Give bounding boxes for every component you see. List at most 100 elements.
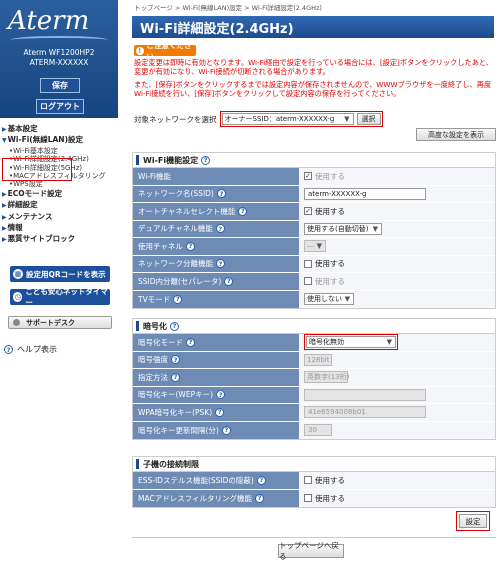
triangle-icon: ▶: [2, 202, 7, 210]
encryption-section: 暗号化? 暗号化モード? 暗号化無効 ▼ 暗号強度? 128bit 指定方法? 英…: [132, 318, 496, 440]
row-encryption-mode: 暗号化モード? 暗号化無効 ▼: [133, 334, 495, 352]
page-title: Wi-Fi詳細設定(2.4GHz): [132, 16, 494, 38]
dual-channel-select[interactable]: 使用する(自動切替) ▼: [304, 222, 382, 235]
nav-basic-settings[interactable]: ▶基本設定: [2, 124, 118, 135]
notice-text-1: 設定変更は即時に有効となります。Wi-Fi経由で設定を行っている場合には、[設定…: [134, 58, 493, 76]
key-method-select[interactable]: 英数字(13桁): [304, 371, 349, 384]
wifi-function-checkbox[interactable]: ✓: [304, 172, 312, 181]
help-link[interactable]: ? ヘルプ表示: [4, 344, 57, 355]
row-wifi-function: Wi-Fi機能 ✓ 使用する: [133, 168, 495, 186]
help-icon[interactable]: ?: [221, 425, 231, 435]
wep-key-input[interactable]: [304, 388, 426, 401]
section-title: 子機の接続制限: [133, 457, 495, 472]
help-icon[interactable]: ?: [185, 241, 195, 251]
help-icon[interactable]: ?: [171, 372, 180, 382]
target-network-label: 対象ネットワークを選択: [134, 114, 217, 124]
separator-checkbox[interactable]: [304, 277, 312, 286]
section-title: 暗号化?: [133, 319, 495, 334]
target-network-highlight: オーナーSSID：aterm-XXXXXX-g ▼ 選択: [219, 111, 383, 127]
help-icon[interactable]: ?: [215, 224, 225, 234]
nav-wifi-settings[interactable]: ▼Wi-Fi(無線LAN)設定: [2, 135, 118, 146]
help-icon[interactable]: ?: [186, 337, 195, 347]
auto-channel-checkbox[interactable]: ✓: [304, 207, 312, 216]
section-title: Wi-Fi機能設定?: [133, 153, 495, 168]
row-key-update-interval: 暗号化キー更新間隔(分)? 30: [133, 421, 495, 439]
network-isolation-checkbox[interactable]: [304, 259, 312, 268]
chevron-down-icon: ▼: [344, 295, 350, 304]
target-network-select[interactable]: オーナーSSID：aterm-XXXXXX-g ▼: [221, 113, 354, 125]
notice-header: ! ご注意ください: [134, 41, 196, 61]
triangle-icon: ▶: [2, 126, 7, 133]
nav-wifi-basic[interactable]: •Wi-Fi基本設定: [2, 147, 118, 155]
mac-filter-checkbox[interactable]: [304, 494, 312, 503]
row-label: Wi-Fi機能: [133, 168, 299, 185]
triangle-down-icon: ▼: [2, 137, 7, 145]
help-icon[interactable]: ?: [216, 390, 226, 400]
help-icon[interactable]: ?: [255, 493, 265, 503]
device-info: Aterm WF1200HP2 ATERM-XXXXXX: [0, 48, 118, 68]
wifi-function-section: Wi-Fi機能設定? Wi-Fi機能 ✓ 使用する ネットワーク名(SSID)? …: [132, 152, 496, 309]
logout-button[interactable]: ログアウト: [36, 99, 84, 114]
kids-timer-button[interactable]: ◷ こども安心ネットタイマー: [10, 287, 110, 307]
help-icon[interactable]: ?: [238, 206, 248, 216]
sidebar: Aterm Aterm WF1200HP2 ATERM-XXXXXX 保存 ログ…: [0, 0, 118, 562]
triangle-icon: ▶: [2, 225, 7, 233]
row-ssid-separator: SSID内分離(セパレータ)? 使用する: [133, 273, 495, 291]
qr-code-button[interactable]: ▦ 設定用QRコードを表示: [10, 266, 110, 282]
encryption-mode-select[interactable]: 暗号化無効 ▼: [306, 336, 396, 349]
tv-mode-select[interactable]: 使用しない ▼: [304, 293, 354, 306]
help-icon: ?: [4, 345, 13, 354]
advanced-settings-button[interactable]: 高度な設定を表示: [416, 128, 496, 141]
encryption-strength-select[interactable]: 128bit: [304, 353, 332, 366]
triangle-icon: ▶: [2, 236, 7, 244]
row-ssid-stealth: ESS-IDステルス機能(SSIDの隠蔽)? 使用する: [133, 472, 495, 490]
breadcrumb: トップページ > Wi-Fi(無線LAN)設定 > Wi-Fi詳細設定(2.4G…: [134, 4, 322, 12]
set-button[interactable]: 設定: [459, 514, 487, 528]
nav-wps[interactable]: •WPS設定: [2, 180, 118, 188]
row-tv-mode: TVモード? 使用しない ▼: [133, 290, 495, 308]
support-icon: [13, 319, 20, 326]
row-channel: 使用チャネル? ― ▼: [133, 238, 495, 256]
row-ssid: ネットワーク名(SSID)? aterm-XXXXXX-g: [133, 185, 495, 203]
row-encryption-strength: 暗号強度? 128bit: [133, 351, 495, 369]
row-key-method: 指定方法? 英数字(13桁): [133, 369, 495, 387]
help-icon[interactable]: ?: [173, 294, 183, 304]
row-network-isolation: ネットワーク分離機能? 使用する: [133, 255, 495, 273]
target-network-row: 対象ネットワークを選択 オーナーSSID：aterm-XXXXXX-g ▼ 選択: [134, 111, 383, 127]
help-icon[interactable]: ?: [170, 321, 179, 331]
channel-select[interactable]: ― ▼: [304, 240, 326, 253]
ssid-input[interactable]: aterm-XXXXXX-g: [304, 187, 426, 200]
warning-icon: !: [136, 46, 144, 55]
nav-eco-mode[interactable]: ▶ECOモード設定: [2, 189, 118, 200]
select-button[interactable]: 選択: [356, 113, 381, 125]
save-button[interactable]: 保存: [40, 78, 80, 93]
ssid-stealth-checkbox[interactable]: [304, 476, 312, 485]
help-icon[interactable]: ?: [216, 189, 226, 199]
help-icon[interactable]: ?: [216, 259, 225, 269]
nav-site-block[interactable]: ▶悪質サイトブロック: [2, 234, 118, 245]
clock-icon: ◷: [13, 292, 23, 302]
aterm-logo: Aterm: [8, 6, 90, 36]
key-interval-input[interactable]: 30: [304, 424, 332, 437]
back-to-top-button[interactable]: トップページへ戻る: [278, 541, 344, 561]
help-icon[interactable]: ?: [224, 276, 234, 286]
device-ssid: ATERM-XXXXXX: [29, 58, 89, 67]
help-icon[interactable]: ?: [201, 155, 211, 165]
triangle-icon: ▶: [2, 213, 7, 221]
help-icon[interactable]: ?: [256, 475, 266, 485]
nav-maintenance[interactable]: ▶メンテナンス: [2, 212, 118, 223]
psk-input[interactable]: 41e6594008b01: [304, 406, 426, 419]
row-wep-key: 暗号化キー(WEPキー)?: [133, 386, 495, 404]
nav-detail-settings[interactable]: ▶詳細設定: [2, 200, 118, 211]
qr-icon: ▦: [13, 269, 23, 279]
row-psk: WPA暗号化キー(PSK)? 41e6594008b01: [133, 404, 495, 422]
help-icon[interactable]: ?: [171, 355, 180, 365]
support-desk-button[interactable]: サポートデスク: [8, 316, 112, 329]
nav-info[interactable]: ▶情報: [2, 223, 118, 234]
chevron-down-icon: ▼: [386, 338, 392, 347]
notice-text-2: また、[保存]ボタンをクリックするまでは設定内容が保存されませんので、WWWブラ…: [134, 80, 492, 98]
row-auto-channel: オートチャネルセレクト機能? ✓ 使用する: [133, 203, 495, 221]
help-icon[interactable]: ?: [215, 407, 225, 417]
device-model: Aterm WF1200HP2: [23, 48, 95, 57]
logo-box: Aterm Aterm WF1200HP2 ATERM-XXXXXX 保存 ログ…: [0, 0, 118, 118]
